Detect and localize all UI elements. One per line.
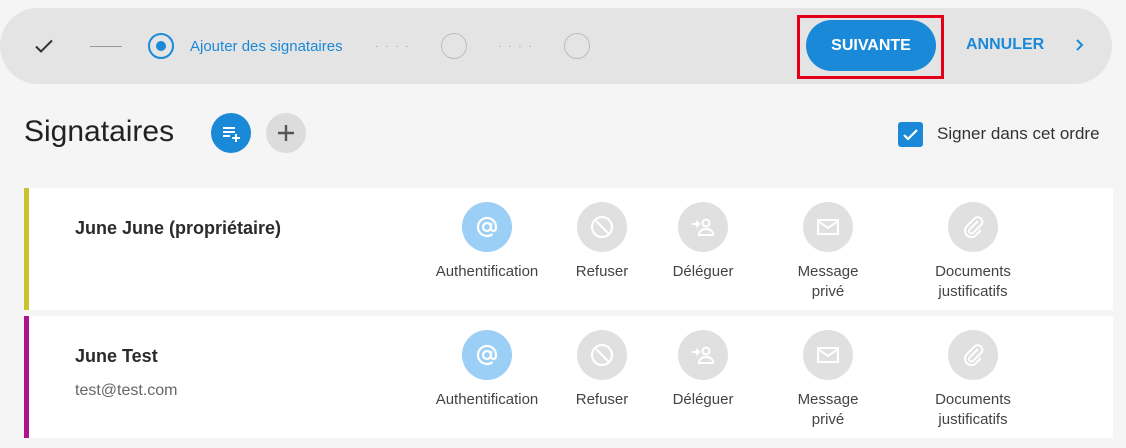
action-label: Message privé: [797, 263, 859, 300]
delegate-action[interactable]: Déléguer: [643, 330, 763, 410]
action-label: Documents justificatifs: [935, 263, 1011, 300]
chevron-right-icon[interactable]: [1072, 36, 1088, 54]
step-connector: [90, 46, 122, 47]
supporting-documents-action[interactable]: Documents justificatifs: [913, 330, 1033, 430]
add-signer-button[interactable]: [266, 113, 306, 153]
step-active-label[interactable]: Ajouter des signataires: [190, 38, 343, 55]
check-icon: [903, 129, 918, 141]
action-label: Authentification: [435, 263, 539, 280]
sign-in-order-label[interactable]: Signer dans cet ordre: [937, 124, 1100, 144]
cancel-button[interactable]: ANNULER: [966, 36, 1044, 54]
playlist-add-icon: [223, 127, 240, 142]
step-active-indicator[interactable]: [148, 33, 174, 59]
step-connector-dots: · · · ·: [375, 41, 411, 52]
step-pending-indicator[interactable]: [441, 33, 467, 59]
paperclip-icon: [948, 330, 998, 380]
signer-name: June June (propriétaire): [75, 218, 282, 238]
check-icon[interactable]: [32, 34, 56, 58]
action-label: Déléguer: [672, 391, 734, 408]
authentication-action[interactable]: Authentification: [427, 330, 547, 410]
step-pending-indicator[interactable]: [564, 33, 590, 59]
at-sign-icon: [462, 202, 512, 252]
step-connector-dots: · · · ·: [498, 41, 534, 52]
action-label: Déléguer: [672, 263, 734, 280]
block-icon: [577, 330, 627, 380]
delegate-person-icon: [678, 202, 728, 252]
block-icon: [577, 202, 627, 252]
action-label: Authentification: [435, 391, 539, 408]
delegate-action[interactable]: Déléguer: [643, 202, 763, 282]
authentication-action[interactable]: Authentification: [427, 202, 547, 282]
at-sign-icon: [462, 330, 512, 380]
signer-name: June Test: [75, 346, 158, 366]
private-message-action[interactable]: Message privé: [768, 202, 888, 302]
sign-in-order-checkbox[interactable]: [898, 122, 923, 147]
action-label: Message privé: [797, 391, 859, 428]
signer-email: test@test.com: [75, 382, 178, 399]
signer-card[interactable]: June June (propriétaire) Authentificatio…: [24, 188, 1113, 310]
mail-icon: [803, 202, 853, 252]
plus-icon: [278, 125, 294, 141]
bulk-add-signers-button[interactable]: [211, 113, 251, 153]
paperclip-icon: [948, 202, 998, 252]
stepper-bar: Ajouter des signataires · · · · · · · ·: [0, 8, 1112, 84]
signer-card[interactable]: June Test test@test.com Authentification…: [24, 316, 1113, 438]
page-title: Signataires: [24, 115, 175, 148]
action-label: Documents justificatifs: [935, 391, 1011, 428]
private-message-action[interactable]: Message privé: [768, 330, 888, 430]
mail-icon: [803, 330, 853, 380]
next-button[interactable]: SUIVANTE: [806, 20, 936, 71]
delegate-person-icon: [678, 330, 728, 380]
supporting-documents-action[interactable]: Documents justificatifs: [913, 202, 1033, 302]
